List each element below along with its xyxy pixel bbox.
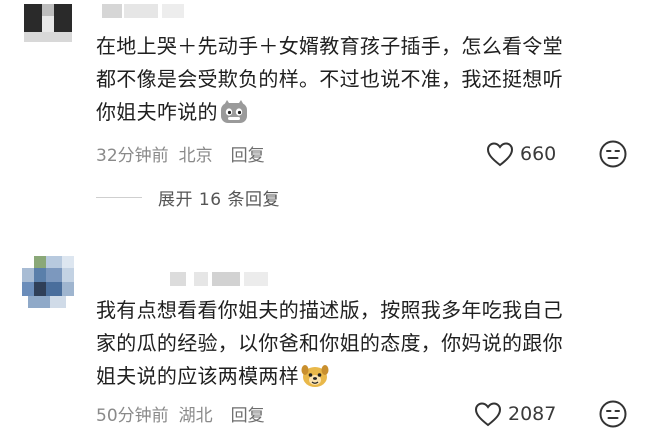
dislike-face-icon[interactable] — [598, 139, 628, 169]
heart-icon — [486, 142, 514, 167]
comment-time: 50分钟前 — [96, 405, 169, 426]
reply-button[interactable]: 回复 — [231, 141, 265, 166]
cat-emoji-icon — [220, 100, 247, 123]
comment-line: 姐夫说的应该两模两样 — [96, 360, 636, 393]
comment-location: 北京 — [178, 145, 213, 166]
comment-1: 在地上哭＋先动手＋女婿教育孩子插手，怎么看令堂 都不像是会受欺负的样。不过也说不… — [0, 0, 650, 180]
comment-text: 在地上哭＋先动手＋女婿教育孩子插手，怎么看令堂 都不像是会受欺负的样。不过也说不… — [96, 30, 636, 129]
dislike-face-icon[interactable] — [598, 399, 628, 429]
reply-button[interactable]: 回复 — [231, 401, 265, 426]
comment-line: 都不像是会受欺负的样。不过也说不准，我还挺想听 — [96, 67, 563, 91]
comment-line-text: 姐夫说的应该两模两样 — [96, 364, 299, 388]
comment-time: 32分钟前 — [96, 145, 169, 166]
like-button[interactable]: 660 — [486, 140, 556, 168]
comment-line: 在地上哭＋先动手＋女婿教育孩子插手，怎么看令堂 — [96, 34, 563, 58]
comment-meta: 50分钟前 湖北 回复 — [96, 400, 265, 426]
like-count: 2087 — [508, 403, 557, 425]
expand-replies-button[interactable]: 展开 16 条回复 — [96, 184, 280, 210]
comment-line: 家的瓜的经验，以你爸和你姐的态度，你妈说的跟你 — [96, 331, 563, 355]
like-button[interactable]: 2087 — [474, 400, 556, 428]
heart-icon — [474, 402, 502, 427]
comment-meta: 32分钟前 北京 回复 — [96, 140, 265, 166]
comment-text: 我有点想看看你姐夫的描述版，按照我多年吃我自己 家的瓜的经验，以你爸和你姐的态度… — [96, 294, 636, 393]
avatar[interactable] — [20, 256, 76, 312]
like-count: 660 — [520, 143, 557, 165]
expand-replies-label: 展开 16 条回复 — [158, 189, 280, 210]
comment-location: 湖北 — [178, 405, 213, 426]
comment-line: 你姐夫咋说的 — [96, 96, 636, 129]
comment-line-text: 你姐夫咋说的 — [96, 100, 218, 124]
comment-2: 我有点想看看你姐夫的描述版，按照我多年吃我自己 家的瓜的经验，以你爸和你姐的态度… — [0, 250, 650, 445]
comment-line: 我有点想看看你姐夫的描述版，按照我多年吃我自己 — [96, 298, 563, 322]
dog-emoji-icon — [301, 365, 329, 387]
expand-divider-line — [96, 196, 142, 198]
avatar[interactable] — [20, 0, 76, 56]
